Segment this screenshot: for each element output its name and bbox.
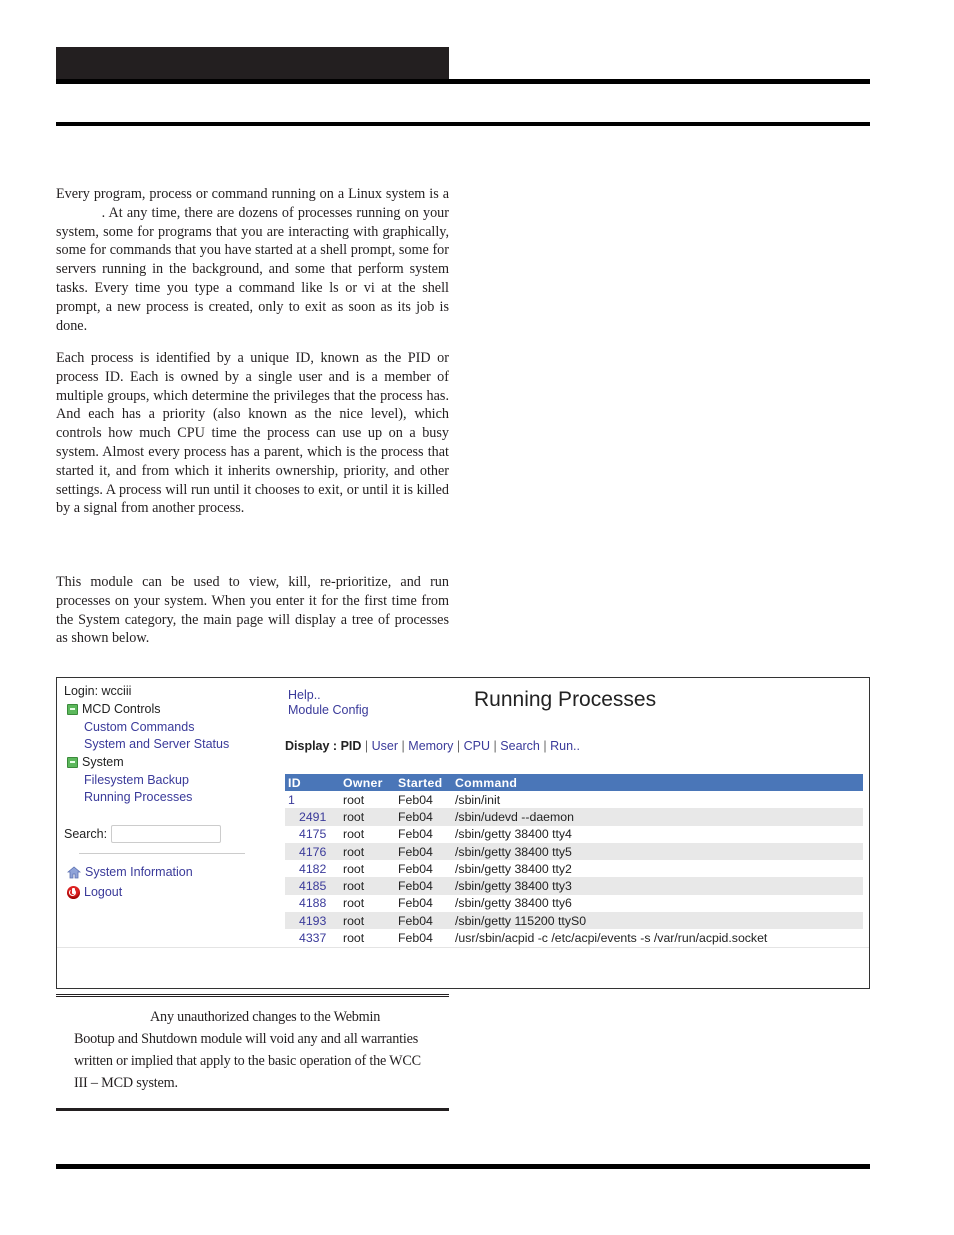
display-user-link[interactable]: User <box>372 739 398 753</box>
display-mode-bar: Display : PID | User | Memory | CPU | Se… <box>285 739 580 753</box>
intro-paragraph: Every program, process or command runnin… <box>56 186 449 334</box>
table-header-row: ID Owner Started Command <box>285 774 863 791</box>
started-cell: Feb04 <box>395 808 452 826</box>
command-cell: /sbin/init <box>455 792 501 807</box>
command-cell: /sbin/getty 38400 tty2 <box>455 861 572 876</box>
search-row: Search: <box>64 825 222 843</box>
started-cell: Feb04 <box>398 861 433 876</box>
pid-paragraph: Each process is identified by a unique I… <box>56 350 449 517</box>
command-cell: /sbin/getty 38400 tty6 <box>455 896 572 911</box>
owner-cell: root <box>340 842 395 861</box>
webmin-screenshot: Login: wcciii MCD Controls Custom Comman… <box>56 677 870 989</box>
col-id[interactable]: ID <box>285 774 340 791</box>
logout-link[interactable]: Logout <box>67 885 122 899</box>
sidebar-item-running-processes[interactable]: Running Processes <box>84 790 192 804</box>
sidebar-item-custom-commands[interactable]: Custom Commands <box>84 720 194 734</box>
pid-link[interactable]: 2491 <box>285 808 340 826</box>
table-row: 2491 root Feb04/sbin/udevd --daemon <box>285 808 863 826</box>
pid-link[interactable]: 4193 <box>285 912 340 930</box>
note-top-rule <box>56 994 449 997</box>
col-command[interactable]: Command <box>452 774 863 791</box>
table-row: 4182 root Feb04/sbin/getty 38400 tty2 <box>285 860 863 877</box>
command-cell: /sbin/udevd --daemon <box>452 808 863 826</box>
owner-cell: root <box>343 792 365 807</box>
sidebar-divider <box>79 853 245 854</box>
pid-link[interactable]: 4337 <box>285 929 340 946</box>
command-cell: /sbin/getty 38400 tty4 <box>455 827 572 842</box>
chapter-header-block <box>56 47 449 80</box>
warning-note: Any unauthorized changes to the Webmin B… <box>74 1006 434 1094</box>
main-panel: Help.. Module Config Running Processes D… <box>285 678 865 948</box>
owner-cell: root <box>340 877 395 895</box>
started-cell: Feb04 <box>395 877 452 895</box>
started-cell: Feb04 <box>395 912 452 930</box>
started-cell: Feb04 <box>398 931 433 946</box>
owner-cell: root <box>343 896 365 911</box>
note-rest: Bootup and Shutdown module will void any… <box>74 1031 421 1091</box>
footer-rule <box>56 1164 870 1169</box>
header-rule <box>56 79 870 84</box>
owner-cell: root <box>340 808 395 826</box>
owner-cell: root <box>343 861 365 876</box>
pid-link[interactable]: 4185 <box>285 877 340 895</box>
module-paragraph: This module can be used to view, kill, r… <box>56 574 449 647</box>
logout-label: Logout <box>84 885 123 899</box>
category-label: MCD Controls <box>82 702 161 716</box>
table-row: 4337 root Feb04/usr/sbin/acpid -c /etc/acp… <box>285 929 863 946</box>
expand-box-icon <box>67 756 78 768</box>
sidebar: Login: wcciii MCD Controls Custom Comman… <box>57 678 279 948</box>
search-label: Search: <box>64 827 108 841</box>
display-current-pid: PID <box>340 739 362 753</box>
started-cell: Feb04 <box>395 842 452 861</box>
expand-box-icon <box>67 703 78 715</box>
system-information-label: System Information <box>85 865 193 879</box>
table-row: 4185 root Feb04/sbin/getty 38400 tty3 <box>285 877 863 895</box>
table-row: 4193 root Feb04/sbin/getty 115200 ttyS0 <box>285 912 863 930</box>
note-line-1: Any unauthorized changes to the Webmin <box>150 1009 381 1025</box>
page-title: Running Processes <box>474 688 657 711</box>
help-link[interactable]: Help.. <box>288 688 321 702</box>
frame-divider <box>57 947 869 948</box>
sidebar-item-system-server-status[interactable]: System and Server Status <box>84 737 229 751</box>
pid-link[interactable]: 4188 <box>285 895 340 912</box>
note-bottom-rule <box>56 1108 449 1111</box>
table-row: 4175 root Feb04/sbin/getty 38400 tty4 <box>285 826 863 843</box>
section-rule <box>56 122 870 126</box>
started-cell: Feb04 <box>398 896 433 911</box>
table-row: 4188 root Feb04/sbin/getty 38400 tty6 <box>285 895 863 912</box>
owner-cell: root <box>343 827 365 842</box>
search-input[interactable] <box>111 825 222 843</box>
command-cell: /sbin/getty 38400 tty3 <box>452 877 863 895</box>
display-search-link[interactable]: Search <box>500 739 540 753</box>
process-table: ID Owner Started Command 1 root Feb04/sbin… <box>285 774 863 947</box>
display-cpu-link[interactable]: CPU <box>464 739 490 753</box>
sidebar-item-filesystem-backup[interactable]: Filesystem Backup <box>84 773 189 787</box>
system-information-link[interactable]: System Information <box>66 865 193 879</box>
col-started[interactable]: Started <box>395 774 452 791</box>
command-cell: /usr/sbin/acpid -c /etc/acpi/events -s /… <box>455 931 768 946</box>
pid-link[interactable]: 4175 <box>285 826 340 843</box>
pid-link[interactable]: 4176 <box>285 842 340 861</box>
command-cell: /sbin/getty 38400 tty5 <box>452 842 863 861</box>
table-row: 1 root Feb04/sbin/init <box>285 791 863 808</box>
col-owner[interactable]: Owner <box>340 774 395 791</box>
owner-cell: root <box>343 931 365 946</box>
pid-link[interactable]: 4182 <box>285 860 340 877</box>
display-memory-link[interactable]: Memory <box>408 739 453 753</box>
power-icon <box>67 885 80 899</box>
table-row: 4176 root Feb04/sbin/getty 38400 tty5 <box>285 842 863 861</box>
pid-link[interactable]: 1 <box>285 791 340 808</box>
owner-cell: root <box>340 912 395 930</box>
login-label: Login: wcciii <box>64 684 132 698</box>
module-config-link[interactable]: Module Config <box>288 703 369 717</box>
started-cell: Feb04 <box>398 792 433 807</box>
category-label: System <box>82 755 124 769</box>
category-system[interactable]: System <box>67 755 124 769</box>
command-cell: /sbin/getty 115200 ttyS0 <box>452 912 863 930</box>
display-run-link[interactable]: Run.. <box>550 739 580 753</box>
home-icon <box>66 865 82 879</box>
category-mcd-controls[interactable]: MCD Controls <box>67 702 161 716</box>
started-cell: Feb04 <box>398 827 433 842</box>
display-label: Display : <box>285 739 338 753</box>
